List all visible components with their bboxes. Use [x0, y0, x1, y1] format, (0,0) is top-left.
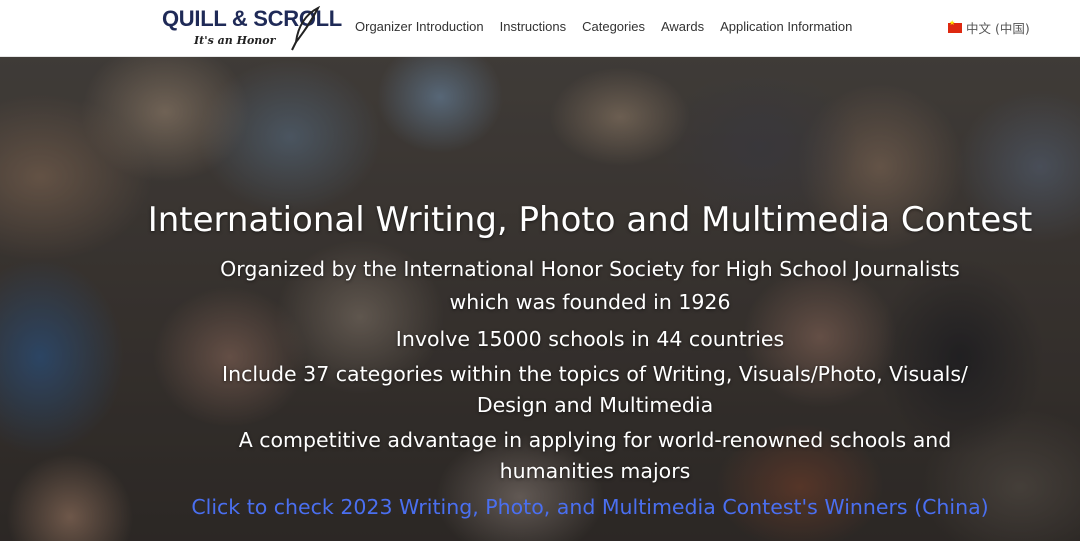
hero-line-categories: Include 37 categories within the topics …: [222, 362, 968, 417]
main-navigation: Organizer Introduction Instructions Cate…: [355, 19, 868, 35]
hero-title: International Writing, Photo and Multime…: [147, 200, 1033, 240]
hero-line-advantage: A competitive advantage in applying for …: [238, 428, 952, 483]
hero-content: International Writing, Photo and Multime…: [0, 57, 1080, 541]
language-label: 中文 (中国): [966, 21, 1030, 36]
nav-application-information[interactable]: Application Information: [720, 19, 852, 35]
nav-awards[interactable]: Awards: [661, 19, 704, 35]
hero-banner: International Writing, Photo and Multime…: [0, 57, 1080, 541]
quill-icon: [291, 6, 321, 51]
page: QUILL & SCROLL It's an Honor Organizer I…: [0, 0, 1080, 541]
nav-instructions[interactable]: Instructions: [500, 19, 566, 35]
winners-link[interactable]: Click to check 2023 Writing, Photo, and …: [90, 492, 1080, 522]
hero-line-founded: which was founded in 1926: [449, 290, 731, 314]
hero-line-organizer: Organized by the International Honor Soc…: [220, 257, 960, 281]
language-switcher[interactable]: 中文 (中国): [948, 18, 1030, 37]
hero-line-schools: Involve 15000 schools in 44 countries: [395, 327, 785, 351]
nav-organizer-introduction[interactable]: Organizer Introduction: [355, 19, 484, 35]
logo-tagline: It's an Honor: [194, 34, 276, 47]
nav-categories[interactable]: Categories: [582, 19, 645, 35]
quill-and-scroll-logo[interactable]: QUILL & SCROLL It's an Honor: [160, 6, 342, 52]
china-flag-icon: [948, 19, 962, 33]
site-header: QUILL & SCROLL It's an Honor Organizer I…: [0, 0, 1080, 57]
